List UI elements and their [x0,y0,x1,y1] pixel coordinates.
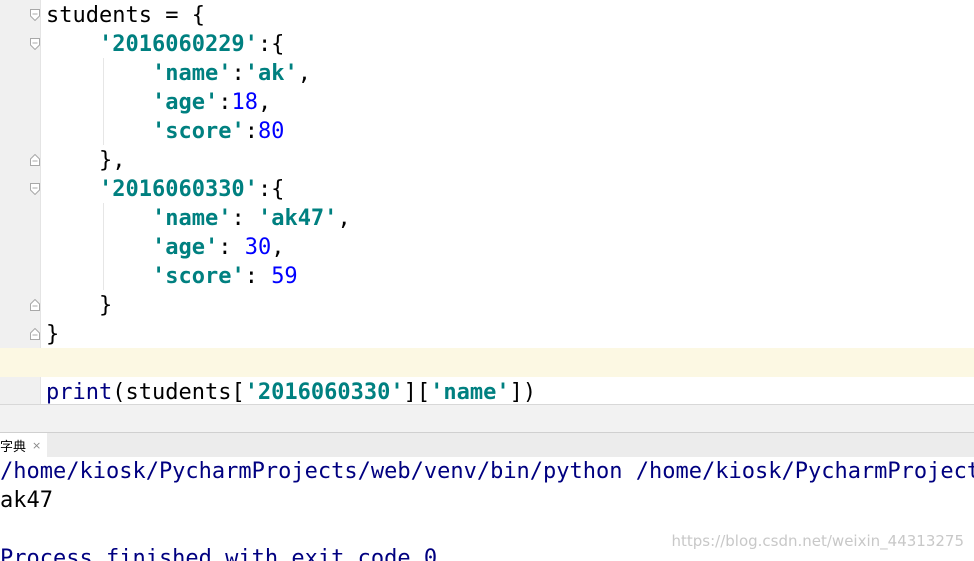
string-token: 'score' [151,264,245,289]
code-line: 'name':'ak', [46,59,311,88]
current-line-highlight [0,348,974,377]
code-token: , [337,206,351,231]
code-line: } [46,320,59,349]
string-token: 'name' [151,206,232,231]
code-token: ]) [509,380,537,404]
string-token: 'ak' [244,61,298,86]
code-token: } [46,293,113,318]
console-line: Process finished with exit code 0 [0,546,438,561]
code-token: students = { [46,3,205,28]
string-token: 'ak47' [257,206,338,231]
number-token: 80 [257,119,285,144]
run-tab-bar: 字典 × [0,432,974,458]
code-token: }, [46,148,126,173]
code-line: '2016060330':{ [46,175,284,204]
code-line: 'age': 30, [46,233,284,262]
fold-open-icon[interactable] [30,38,40,50]
code-token: : [231,206,258,231]
gutter-separator [40,0,41,404]
builtin-token: print [46,380,113,404]
string-token: 'name' [151,61,232,86]
code-line: print(students['2016060330']['name']) [46,378,536,404]
code-token: : [218,235,245,260]
number-token: 30 [244,235,272,260]
code-token: , [271,235,285,260]
watermark: https://blog.csdn.net/weixin_44313275 [671,532,964,550]
string-token: '2016060229' [98,32,258,57]
number-token: 18 [231,90,258,115]
code-token: : [218,90,232,115]
string-token: 'score' [151,119,245,144]
code-line: 'score': 59 [46,262,298,291]
fold-close-icon[interactable] [30,328,40,340]
code-token: ][ [403,380,431,404]
code-line: 'age':18, [46,88,271,117]
code-line: 'score':80 [46,117,284,146]
run-tab[interactable]: 字典 × [0,433,48,457]
string-token: '2016060330' [244,380,404,404]
editor-gutter [0,0,40,404]
code-line: } [46,291,112,320]
code-line: 'name': 'ak47', [46,204,351,233]
close-icon[interactable]: × [32,439,41,452]
editor-status-strip [0,404,974,433]
code-line: }, [46,146,126,175]
fold-close-icon[interactable] [30,154,40,166]
console-line: /home/kiosk/PycharmProjects/web/venv/bin… [0,459,974,484]
run-tab-label: 字典 [0,439,27,455]
fold-open-icon[interactable] [30,183,40,195]
code-token: :{ [257,32,285,57]
code-token: : [244,119,258,144]
code-line: '2016060229':{ [46,30,284,59]
code-token: } [46,322,60,347]
code-token: : [231,61,245,86]
fold-open-icon[interactable] [30,9,40,21]
code-editor[interactable]: students = { '2016060229':{ 'name':'ak',… [0,0,974,404]
code-token: (students[ [112,380,245,404]
fold-close-icon[interactable] [30,299,40,311]
code-token: : [244,264,272,289]
string-token: 'name' [430,380,510,404]
code-token: :{ [257,177,285,202]
console-line: ak47 [0,488,53,513]
code-token: , [257,90,272,115]
string-token: 'age' [151,235,219,260]
code-line: students = { [46,1,205,30]
code-token: , [297,61,311,86]
string-token: '2016060330' [98,177,258,202]
string-token: 'age' [151,90,219,115]
number-token: 59 [271,264,298,289]
